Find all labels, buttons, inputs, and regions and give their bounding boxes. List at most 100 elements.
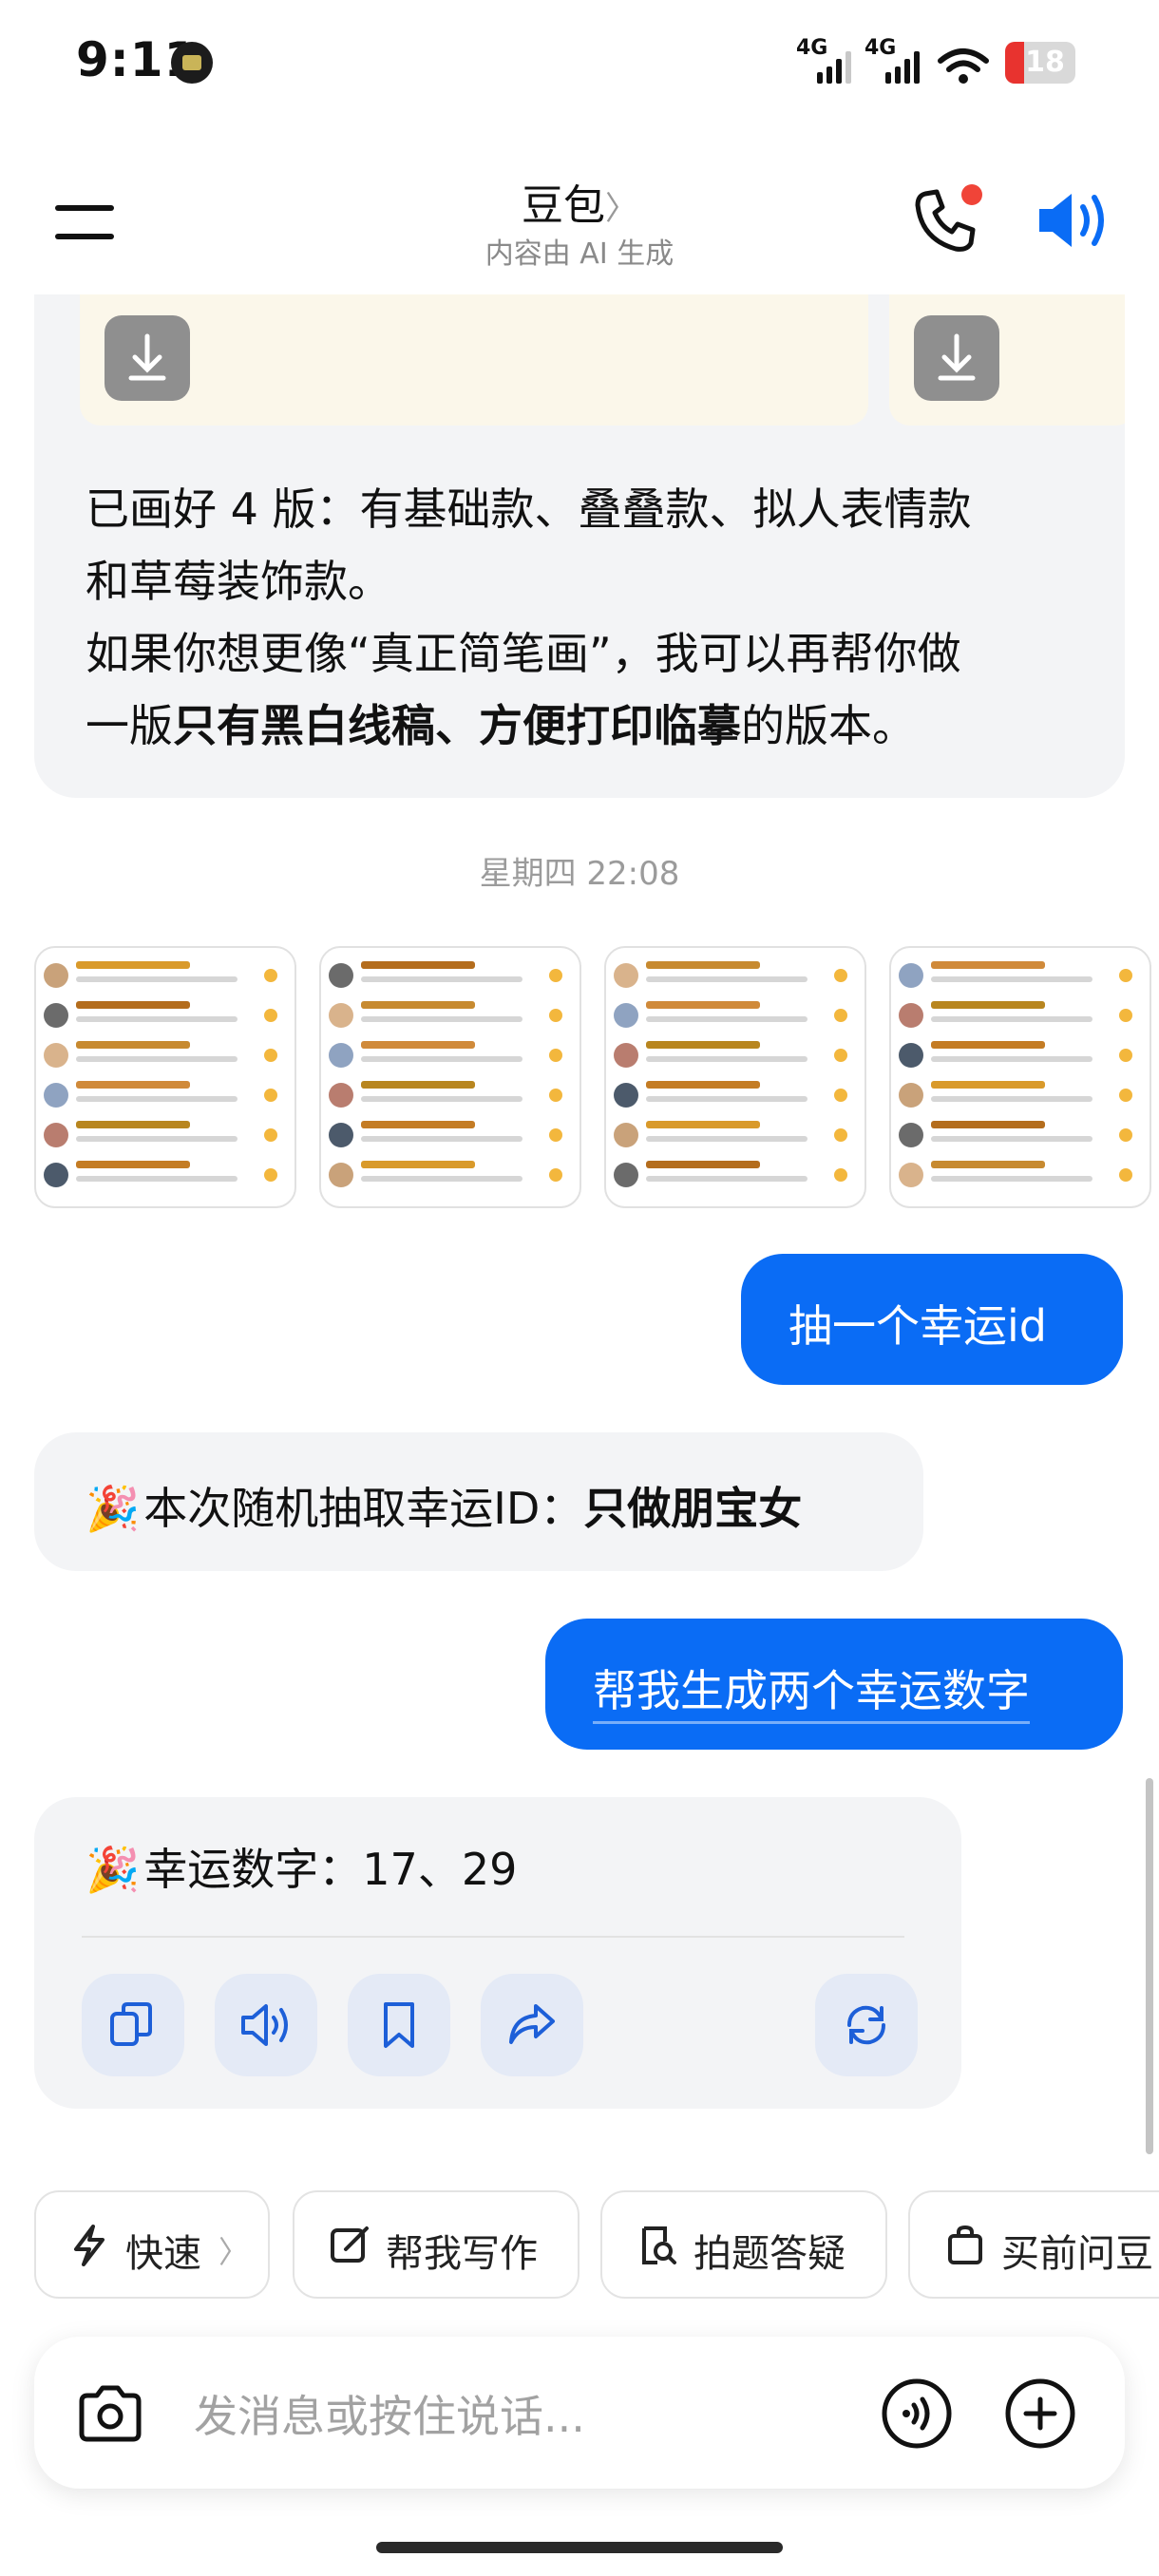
bookmark-icon [384, 2002, 414, 2048]
thumbnail-list-row [899, 961, 1142, 994]
regenerate-button[interactable] [815, 1974, 918, 2076]
message-input-bar: 发消息或按住说话... [34, 2337, 1125, 2489]
username-line [646, 961, 760, 969]
thumbnail-list-row [614, 1041, 857, 1073]
battery-icon: 18 [1005, 42, 1075, 84]
bot-message-text: 已画好 4 版：有基础款、叠叠款、拟人表情款 和草莓装饰款。 如果你想更像“真正… [86, 473, 1092, 762]
coin-icon [264, 1009, 277, 1022]
plus-icon[interactable] [1003, 2377, 1077, 2451]
comment-line [76, 1096, 238, 1102]
read-aloud-button[interactable] [215, 1974, 317, 2076]
avatar [899, 1003, 923, 1028]
username-line [76, 961, 190, 969]
username-line [76, 1041, 190, 1049]
download-button[interactable] [104, 315, 190, 401]
avatar [329, 1163, 353, 1187]
thumbnail-list-row [44, 1001, 287, 1033]
screenshot-thumbnail[interactable] [889, 946, 1151, 1208]
camera-icon[interactable] [74, 2378, 146, 2451]
copy-button[interactable] [82, 1974, 184, 2076]
generated-image-card[interactable] [889, 294, 1125, 426]
coin-icon [834, 1009, 847, 1022]
message-line: 已画好 4 版：有基础款、叠叠款、拟人表情款 [86, 483, 972, 535]
thumbnail-list-row [44, 1121, 287, 1153]
download-icon [128, 333, 166, 381]
chip-label: 快速 [125, 2232, 201, 2276]
comment-line [931, 1056, 1092, 1062]
bookmark-button[interactable] [348, 1974, 450, 2076]
bot-message-bubble: 已画好 4 版：有基础款、叠叠款、拟人表情款 和草莓装饰款。 如果你想更像“真正… [34, 294, 1125, 798]
chip-shopping[interactable]: 买前问豆 [908, 2190, 1159, 2299]
page-subtitle: 内容由 AI 生成 [484, 237, 674, 271]
download-icon [938, 333, 976, 381]
avatar [899, 1163, 923, 1187]
lightning-icon [74, 2225, 104, 2266]
avatar [899, 963, 923, 988]
message-input[interactable]: 发消息或按住说话... [194, 2382, 585, 2445]
avatar [329, 1123, 353, 1147]
coin-icon [549, 969, 562, 982]
chip-photo-question[interactable]: 拍题答疑 [600, 2190, 887, 2299]
username-line [931, 1001, 1045, 1009]
username-line [646, 1121, 760, 1128]
home-indicator[interactable] [376, 2542, 783, 2553]
thumbnail-list-row [44, 1081, 287, 1113]
comment-line [76, 1016, 238, 1022]
thumbnail-list-row [614, 1161, 857, 1193]
thumbnail-list-row [329, 1161, 572, 1193]
coin-icon [549, 1009, 562, 1022]
battery-percentage: 18 [1025, 46, 1065, 79]
voice-call-icon[interactable] [880, 2377, 954, 2451]
wifi-icon [938, 48, 989, 84]
copy-icon [110, 2002, 152, 2046]
chip-writing[interactable]: 帮我写作 [293, 2190, 580, 2299]
coin-icon [1119, 969, 1132, 982]
coin-icon [834, 1049, 847, 1062]
chevron-right-icon: 〉 [218, 2234, 250, 2270]
screenshot-thumbnail[interactable] [604, 946, 866, 1208]
chip-label: 拍题答疑 [694, 2232, 846, 2276]
avatar [614, 1163, 638, 1187]
speaker-icon[interactable] [1036, 186, 1113, 255]
username-line [931, 961, 1045, 969]
coin-icon [264, 1128, 277, 1142]
avatar [614, 1123, 638, 1147]
chip-fast-mode[interactable]: 快速 〉 [34, 2190, 270, 2299]
comment-line [361, 1096, 522, 1102]
username-line [361, 961, 475, 969]
coin-icon [1119, 1009, 1132, 1022]
hamburger-menu-icon[interactable] [55, 199, 114, 245]
avatar [329, 1003, 353, 1028]
comment-line [931, 1016, 1092, 1022]
app-notification-icon [171, 42, 213, 84]
bot-message-bubble: 🎉本次随机抽取幸运ID：只做朋宝女 [34, 1432, 923, 1571]
thumbnail-list-row [329, 961, 572, 994]
generated-image-card[interactable] [80, 294, 868, 426]
username-line [646, 1041, 760, 1049]
coin-icon [549, 1049, 562, 1062]
avatar [44, 1123, 68, 1147]
username-line [646, 1001, 760, 1009]
username-line [76, 1121, 190, 1128]
username-line [361, 1081, 475, 1089]
comment-line [76, 1176, 238, 1182]
share-button[interactable] [481, 1974, 583, 2076]
page-title[interactable]: 豆包〉 [484, 171, 674, 232]
username-line [931, 1161, 1045, 1168]
avatar [44, 1003, 68, 1028]
message-line: 一版只有黑白线稿、方便打印临摹的版本。 [86, 700, 916, 751]
thumbnail-list-row [44, 961, 287, 994]
screenshot-thumbnail[interactable] [34, 946, 296, 1208]
avatar [899, 1123, 923, 1147]
signal-icon [885, 51, 920, 84]
scrollbar[interactable] [1146, 1778, 1153, 2154]
chat-header: 豆包〉 内容由 AI 生成 [0, 161, 1159, 304]
thumbnail-list-row [329, 1121, 572, 1153]
avatar [329, 1083, 353, 1108]
comment-line [361, 976, 522, 982]
username-line [76, 1161, 190, 1168]
coin-icon [834, 1168, 847, 1182]
download-button[interactable] [914, 315, 999, 401]
chip-label: 帮我写作 [386, 2232, 538, 2276]
screenshot-thumbnail[interactable] [319, 946, 581, 1208]
